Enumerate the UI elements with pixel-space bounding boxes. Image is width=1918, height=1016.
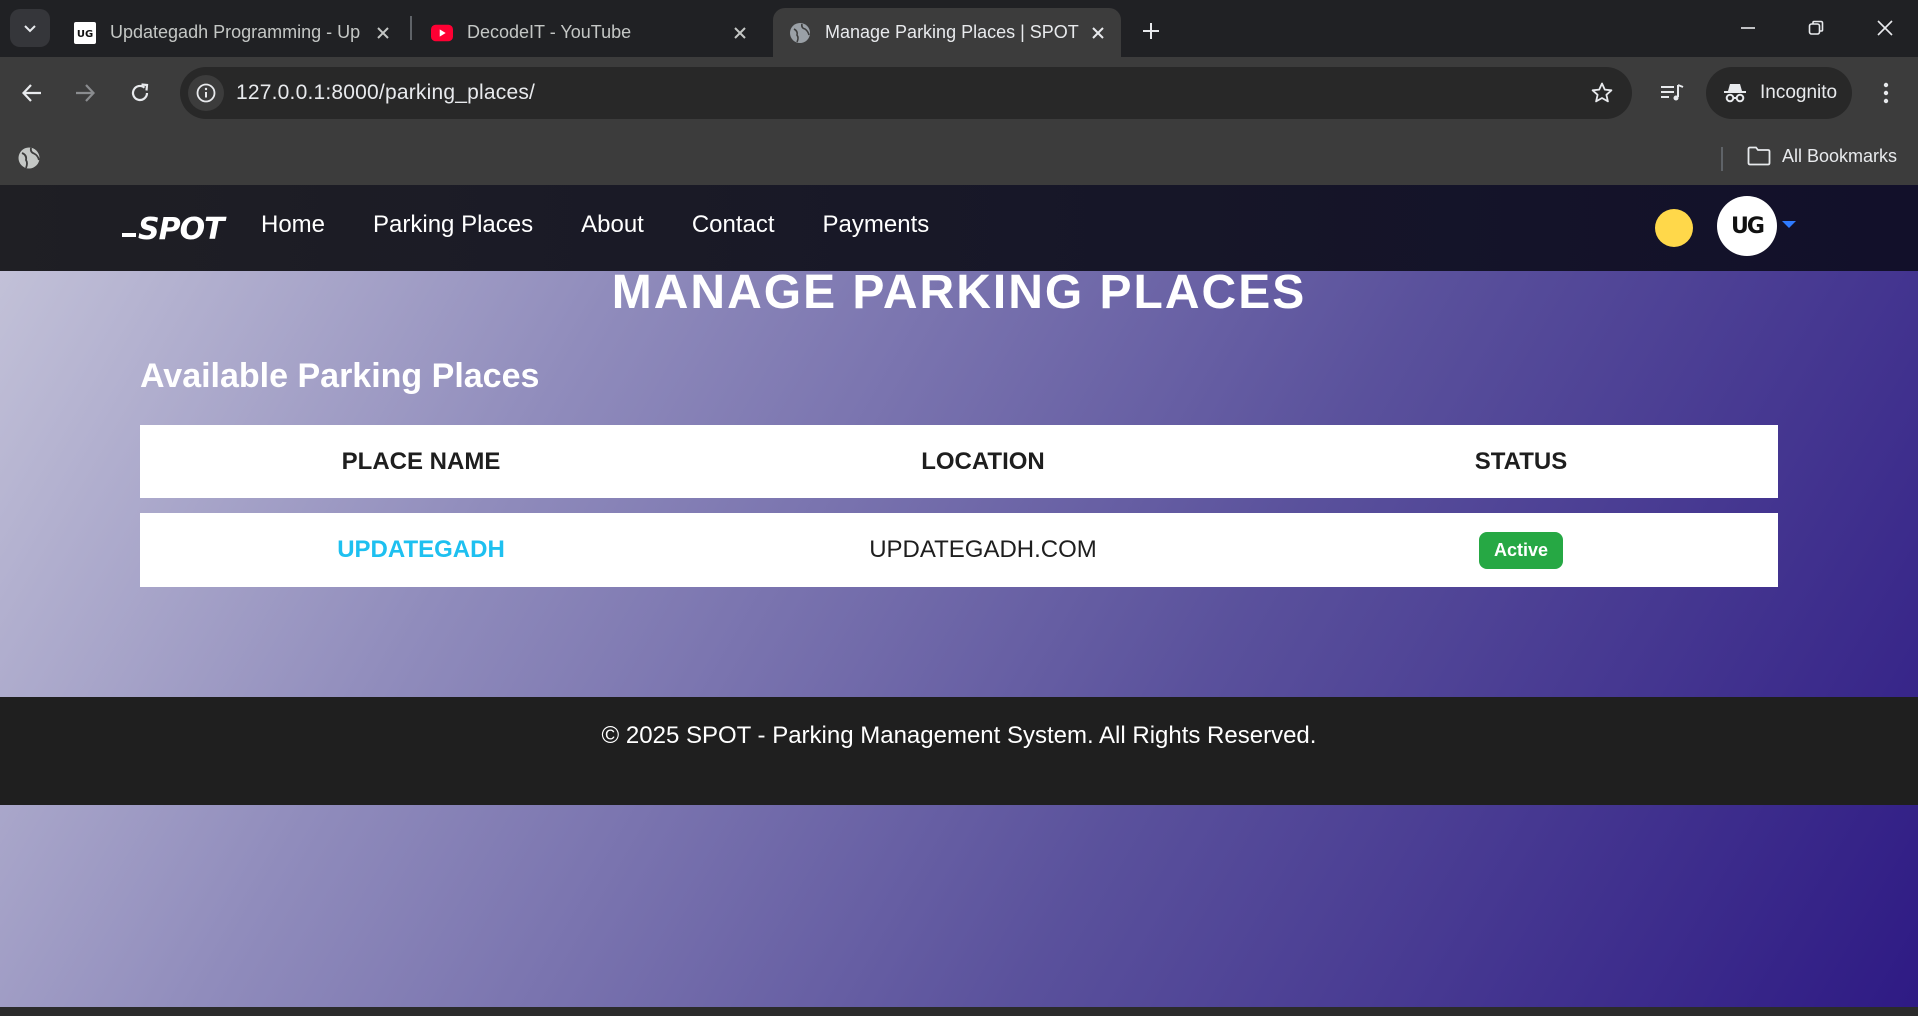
browser-toolbar: 127.0.0.1:8000/parking_places/ Incognito… <box>0 57 1918 185</box>
tab-title: Updategadh Programming - Up <box>110 22 361 42</box>
close-icon[interactable] <box>372 22 394 44</box>
plus-icon <box>1143 23 1159 39</box>
site-footer: © 2025 SPOT - Parking Management System.… <box>0 697 1918 805</box>
browser-tabstrip: UG Updategadh Programming - Up DecodeIT … <box>0 0 1918 57</box>
theme-toggle-button[interactable] <box>1655 209 1693 247</box>
arrow-right-icon <box>76 84 96 102</box>
arrow-left-icon <box>21 84 41 102</box>
incognito-icon <box>1722 80 1748 106</box>
forward-button[interactable] <box>65 73 105 113</box>
tab-manage-parking[interactable]: Manage Parking Places | SPOT <box>773 8 1121 57</box>
address-bar[interactable]: 127.0.0.1:8000/parking_places/ <box>180 67 1632 119</box>
place-name-link[interactable]: UPDATEGADH <box>337 536 505 564</box>
tab-updategadh[interactable]: UG Updategadh Programming - Up <box>58 8 406 57</box>
bookmarks-separator <box>1721 147 1723 171</box>
caret-down-icon[interactable] <box>1782 221 1796 228</box>
nav-contact[interactable]: Contact <box>692 211 775 239</box>
kebab-menu-icon <box>1883 82 1889 104</box>
close-icon[interactable] <box>1087 22 1109 44</box>
globe-icon[interactable] <box>17 146 41 175</box>
chevron-down-icon <box>24 25 36 33</box>
youtube-icon <box>431 22 453 44</box>
nav-home[interactable]: Home <box>261 211 325 239</box>
column-header-place-name: PLACE NAME <box>341 447 501 475</box>
bookmark-star-icon[interactable] <box>1588 79 1616 107</box>
globe-icon <box>789 22 811 44</box>
table-row: UPDATEGADH UPDATEGADH.COM Active <box>140 513 1778 587</box>
reload-icon <box>131 83 149 102</box>
tab-separator <box>410 16 412 40</box>
user-avatar[interactable]: UG <box>1717 196 1777 256</box>
logo-dash <box>122 233 136 237</box>
incognito-label: Incognito <box>1760 82 1838 103</box>
restore-icon <box>1808 20 1824 35</box>
location-cell: UPDATEGADH.COM <box>869 536 1097 563</box>
section-title: Available Parking Places <box>140 357 540 395</box>
site-info-icon[interactable] <box>188 75 224 111</box>
nav-payments[interactable]: Payments <box>823 211 930 239</box>
bookmarks-bar: All Bookmarks <box>0 129 1918 185</box>
tab-title: DecodeIT - YouTube <box>467 22 632 42</box>
site-logo[interactable]: SPOT <box>122 211 225 247</box>
minimize-icon <box>1741 27 1755 29</box>
close-icon <box>1877 20 1893 36</box>
tab-search-button[interactable] <box>10 9 50 47</box>
avatar-text: UG <box>1731 213 1765 239</box>
footer-copyright: © 2025 SPOT - Parking Management System.… <box>601 722 1317 749</box>
page-viewport: SPOT Home Parking Places About Contact P… <box>0 185 1918 1016</box>
browser-menu-button[interactable] <box>1866 73 1906 113</box>
close-icon[interactable] <box>729 22 751 44</box>
reload-button[interactable] <box>120 73 160 113</box>
incognito-indicator[interactable]: Incognito <box>1706 67 1852 119</box>
media-controls-button[interactable] <box>1652 73 1692 113</box>
column-header-location: LOCATION <box>921 447 1045 475</box>
nav-about[interactable]: About <box>581 211 644 239</box>
minimize-button[interactable] <box>1728 10 1768 46</box>
column-header-status: STATUS <box>1474 447 1568 475</box>
all-bookmarks-button[interactable]: All Bookmarks <box>1746 143 1897 169</box>
page-title: MANAGE PARKING PLACES <box>611 266 1307 319</box>
nav-parking-places[interactable]: Parking Places <box>373 211 533 239</box>
main-nav: Home Parking Places About Contact Paymen… <box>261 211 977 239</box>
ug-favicon-icon: UG <box>74 21 96 44</box>
url-text[interactable]: 127.0.0.1:8000/parking_places/ <box>236 81 535 105</box>
close-window-button[interactable] <box>1865 10 1905 46</box>
window-bottom-edge <box>0 1007 1918 1016</box>
svg-text:UG: UG <box>77 29 93 40</box>
playlist-icon <box>1661 84 1684 101</box>
logo-text: SPOT <box>138 211 225 247</box>
site-navbar: SPOT Home Parking Places About Contact P… <box>0 185 1918 271</box>
table-header: PLACE NAME LOCATION STATUS <box>140 425 1778 498</box>
folder-icon <box>1746 143 1772 169</box>
tab-decodeit[interactable]: DecodeIT - YouTube <box>415 8 763 57</box>
tab-title: Manage Parking Places | SPOT <box>825 22 1079 42</box>
status-badge: Active <box>1478 531 1564 569</box>
new-tab-button[interactable] <box>1134 14 1168 48</box>
restore-button[interactable] <box>1796 10 1836 46</box>
back-button[interactable] <box>12 73 52 113</box>
all-bookmarks-label: All Bookmarks <box>1782 145 1898 166</box>
